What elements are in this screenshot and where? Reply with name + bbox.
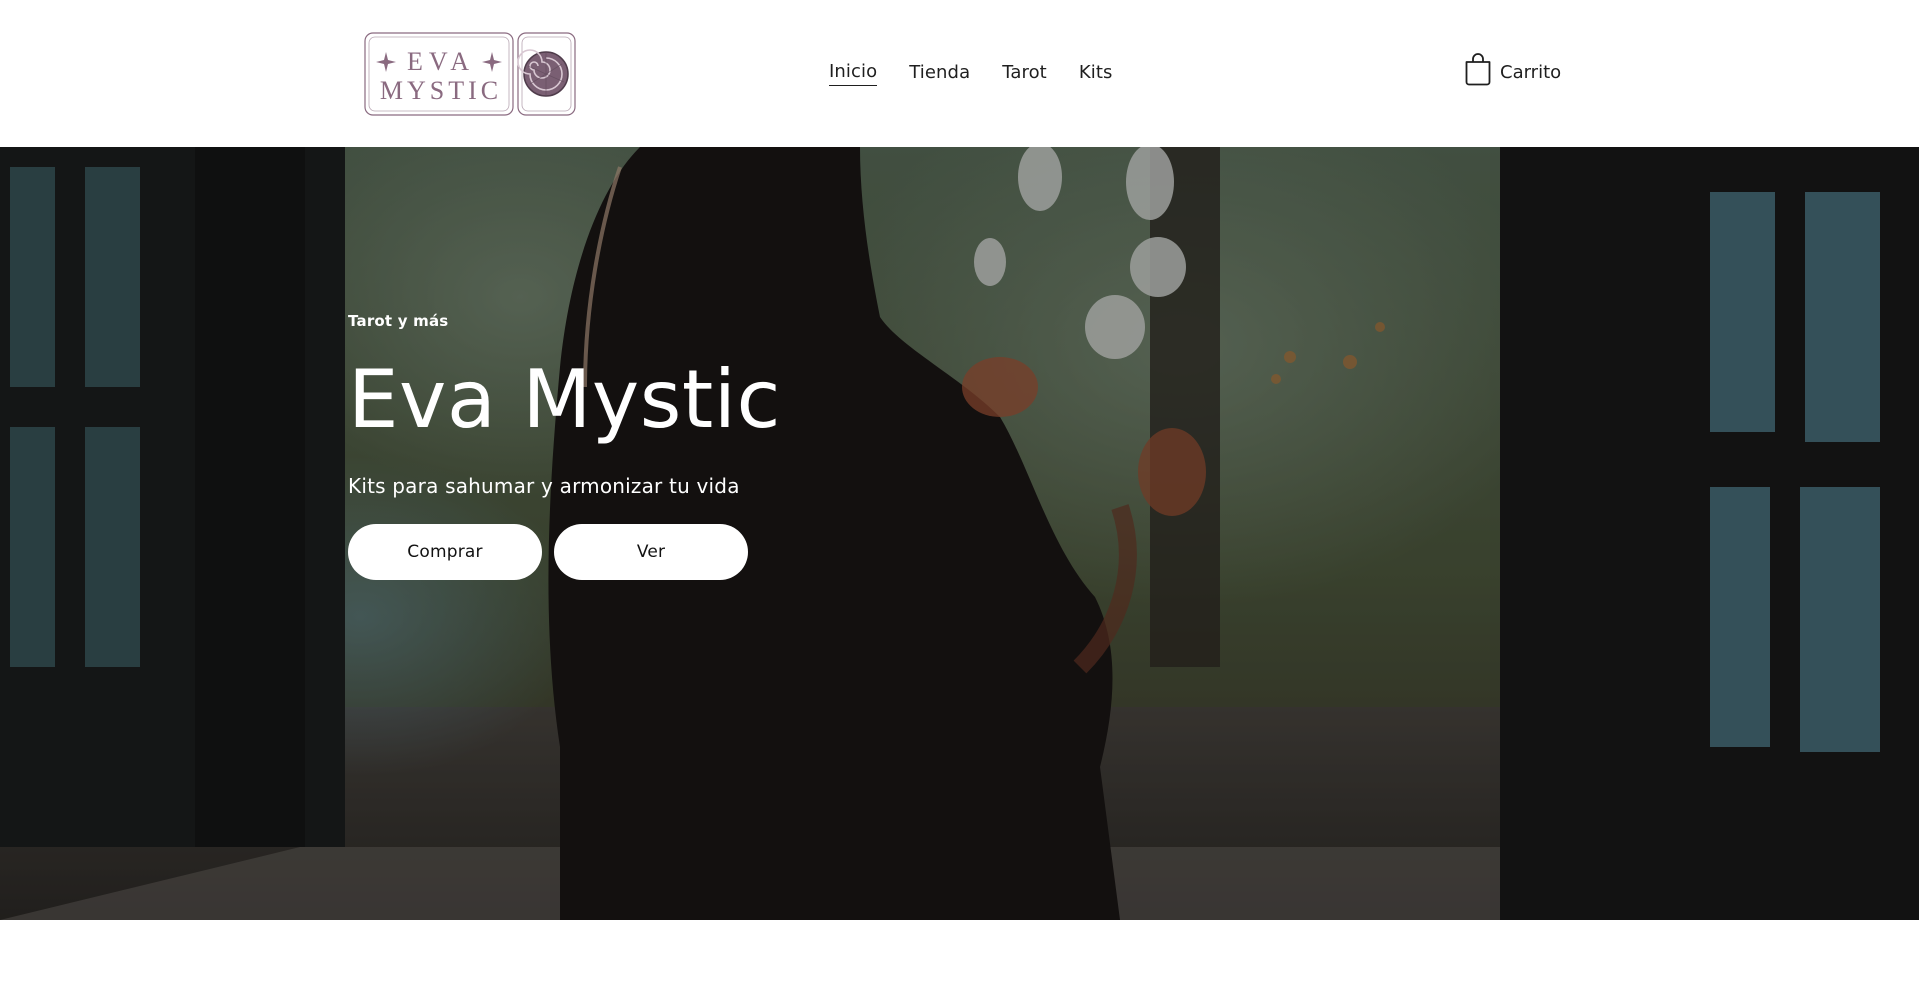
- nav-item-inicio[interactable]: Inicio: [829, 60, 878, 86]
- nav-item-kits[interactable]: Kits: [1079, 61, 1113, 85]
- ver-button[interactable]: Ver: [554, 524, 748, 580]
- hero-overlay: [0, 147, 1919, 920]
- sparkle-star-icon: [376, 52, 396, 72]
- nav-item-tarot[interactable]: Tarot: [1002, 61, 1047, 85]
- hero-content: Tarot y más Eva Mystic Kits para sahumar…: [348, 312, 781, 580]
- hero-subtitle: Kits para sahumar y armonizar tu vida: [348, 474, 740, 498]
- nautilus-shell-icon: [517, 49, 569, 97]
- nav-item-tienda[interactable]: Tienda: [909, 61, 970, 85]
- comprar-button[interactable]: Comprar: [348, 524, 542, 580]
- brand-logo[interactable]: EVA MYSTIC: [362, 30, 578, 118]
- cart-label: Carrito: [1500, 62, 1562, 83]
- hero-title: Eva Mystic: [348, 353, 781, 446]
- logo-text-bottom: MYSTIC: [380, 76, 502, 105]
- cart-link[interactable]: Carrito: [1464, 52, 1561, 86]
- shopping-bag-icon: [1465, 53, 1491, 86]
- hero-banner: Tarot y más Eva Mystic Kits para sahumar…: [0, 147, 1919, 920]
- hero-buttons: Comprar Ver: [348, 524, 781, 580]
- site-header: EVA MYSTIC Inicio Tienda Tarot Kits Carr…: [0, 0, 1919, 147]
- hero-eyebrow: Tarot y más: [348, 312, 449, 330]
- logo-mark: EVA MYSTIC: [364, 32, 576, 116]
- sparkle-star-icon: [482, 52, 502, 72]
- main-nav: Inicio Tienda Tarot Kits: [829, 60, 1112, 86]
- logo-text-top: EVA: [407, 47, 475, 76]
